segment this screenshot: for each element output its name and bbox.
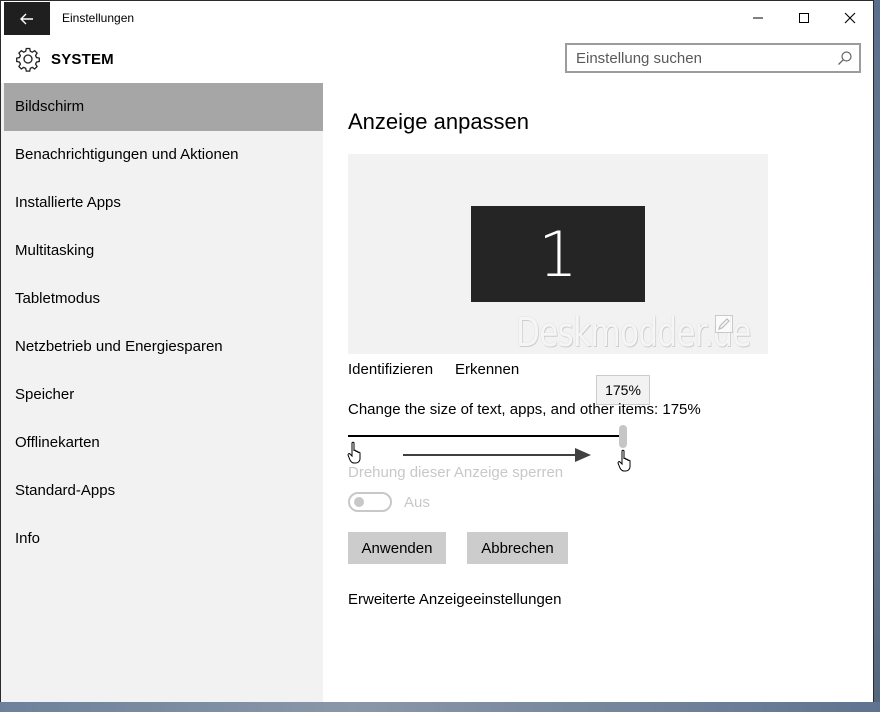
apply-button[interactable]: Anwenden [348,532,446,564]
rotation-lock-toggle[interactable] [348,492,392,512]
minimize-icon [753,17,763,19]
sidebar: Bildschirm Benachrichtigungen und Aktion… [1,83,323,703]
arrow-left-icon [20,13,33,24]
desktop-background [874,0,880,712]
rotation-lock-label: Drehung dieser Anzeige sperren [348,464,564,481]
sidebar-item-label: Multitasking [15,242,95,259]
hand-cursor-icon [617,449,631,472]
scale-slider-track[interactable] [348,435,624,437]
sidebar-item-label: Standard-Apps [15,482,116,499]
display-arrangement: 1 Deskmodder.de [348,154,768,356]
sidebar-item-label: Bildschirm [15,98,85,115]
settings-window: Einstellungen SYSTEM Einstellung suchen … [0,0,874,703]
sidebar-item-multitasking[interactable]: Multitasking [4,227,323,275]
sidebar-item-label: Installierte Apps [15,194,121,211]
search-box[interactable] [565,43,861,73]
toggle-state-label: Aus [404,494,430,511]
section-title: SYSTEM [51,51,114,68]
page-title: Anzeige anpassen [348,109,530,134]
sidebar-item-label: Netzbetrieb und Energiesparen [15,338,223,355]
window-title: Einstellungen [62,11,135,25]
sidebar-item-label: Benachrichtigungen und Aktionen [15,146,239,163]
scale-slider-thumb[interactable] [619,425,627,448]
sidebar-item-bildschirm[interactable]: Bildschirm [4,83,323,131]
title-bar: Einstellungen [1,1,873,35]
sidebar-item-benachrichtigungen[interactable]: Benachrichtigungen und Aktionen [4,131,323,179]
maximize-icon [799,13,809,23]
hand-cursor-icon [347,441,361,464]
search-icon[interactable] [837,50,853,66]
gear-icon [16,47,40,72]
close-button[interactable] [827,1,873,35]
slider-tooltip-text: 175% [605,382,641,398]
cancel-button[interactable]: Abbrechen [467,532,568,564]
scale-label: Change the size of text, apps, and other… [348,401,701,418]
minimize-button[interactable] [735,1,781,35]
sidebar-item-netzbetrieb[interactable]: Netzbetrieb und Energiesparen [4,323,323,371]
sidebar-item-offlinekarten[interactable]: Offlinekarten [4,419,323,467]
advanced-display-settings-link[interactable]: Erweiterte Anzeigeeinstellungen [348,591,561,608]
desktop-background [0,702,880,712]
sidebar-item-tabletmodus[interactable]: Tabletmodus [4,275,323,323]
search-input[interactable] [567,45,827,71]
pencil-icon [715,315,733,333]
settings-header: SYSTEM [1,35,873,83]
sidebar-item-label: Info [15,530,41,547]
sidebar-item-info[interactable]: Info [4,515,323,563]
identify-button[interactable]: Identifizieren [348,361,433,378]
sidebar-item-installierte-apps[interactable]: Installierte Apps [4,179,323,227]
maximize-button[interactable] [781,1,827,35]
sidebar-item-speicher[interactable]: Speicher [4,371,323,419]
sidebar-item-label: Tabletmodus [15,290,101,307]
back-button[interactable] [4,2,50,35]
main-content: Anzeige anpassen 1 Deskmodder.de Identif… [323,83,873,703]
sidebar-item-label: Offlinekarten [15,434,100,451]
sidebar-item-standard-apps[interactable]: Standard-Apps [4,467,323,515]
sidebar-item-label: Speicher [15,386,75,403]
close-icon [844,12,856,24]
detect-button[interactable]: Erkennen [455,361,519,378]
toggle-knob [354,497,364,507]
display-number: 1 [538,217,578,291]
display-tile[interactable]: 1 [471,206,645,302]
arrow-right-icon [403,448,591,462]
